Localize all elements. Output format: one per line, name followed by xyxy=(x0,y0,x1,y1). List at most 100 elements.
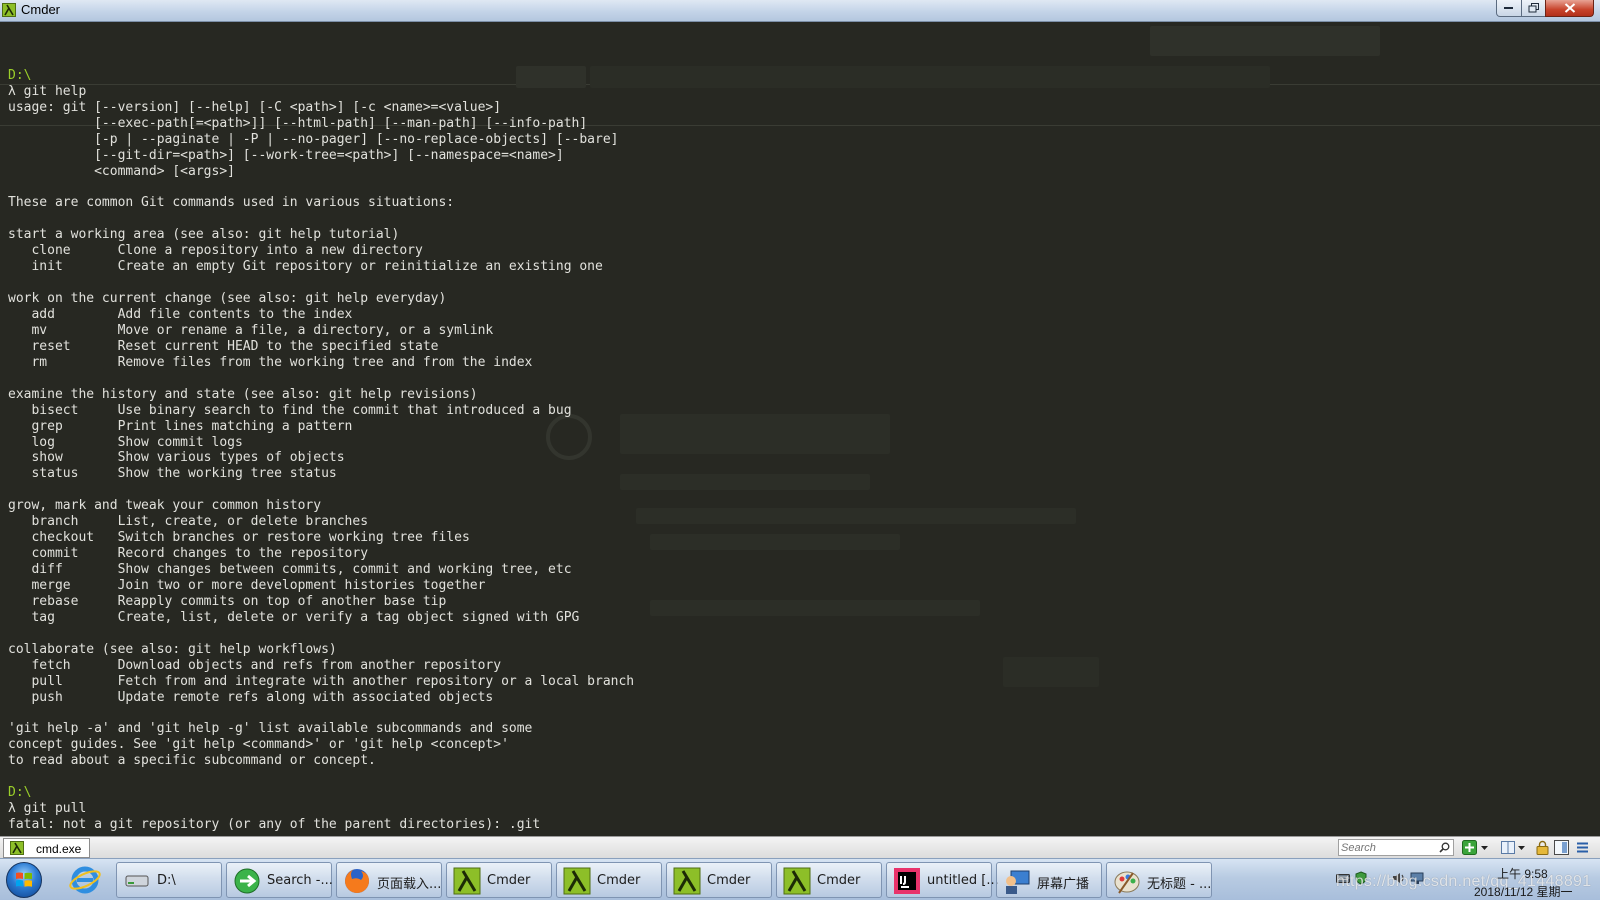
minimize-button[interactable] xyxy=(1496,0,1522,17)
taskbar-button-cmder[interactable]: Cmder xyxy=(446,862,552,898)
command-line: λ git pull xyxy=(8,801,87,817)
new-console-icon[interactable] xyxy=(1462,840,1477,855)
cmder-icon xyxy=(453,867,481,895)
cmder-lambda-icon xyxy=(2,3,16,17)
window-title: Cmder xyxy=(21,2,61,17)
cmder-icon xyxy=(783,867,811,895)
clock-date[interactable]: 2018/11/12 星期一 xyxy=(1474,883,1573,900)
output-line: grep Print lines matching a pattern xyxy=(8,418,353,434)
output-line: clone Clone a repository into a new dire… xyxy=(8,243,423,259)
clock-time[interactable]: 上午 9:58 xyxy=(1497,865,1548,882)
output-line: [--exec-path[=<path>]] [--html-path] [--… xyxy=(8,115,588,131)
output-line: collaborate (see also: git help workflow… xyxy=(8,641,337,657)
output-line: start a working area (see also: git help… xyxy=(8,227,400,243)
output-line: [--git-dir=<path>] [--work-tree=<path>] … xyxy=(8,147,564,163)
lock-icon[interactable] xyxy=(1535,840,1550,855)
prompt-path: D:\ xyxy=(8,785,32,801)
windows-taskbar: D:\ Search -... 页面载入... Cmder Cmder Cmder Cmde… xyxy=(0,858,1600,900)
output-line: commit Record changes to the repository xyxy=(8,546,369,562)
output-line: checkout Switch branches or restore work… xyxy=(8,530,470,546)
tab-cmd-exe[interactable]: cmd.exe xyxy=(3,838,90,858)
output-line: mv Move or rename a file, a directory, o… xyxy=(8,322,494,338)
output-line: bisect Use binary search to find the com… xyxy=(8,402,572,418)
output-line: work on the current change (see also: gi… xyxy=(8,291,447,307)
output-line: examine the history and state (see also:… xyxy=(8,386,478,402)
output-line: show Show various types of objects xyxy=(8,450,345,466)
dropdown-arrow-icon[interactable] xyxy=(1517,840,1526,855)
output-line: merge Join two or more development histo… xyxy=(8,577,486,593)
output-line: to read about a specific subcommand or c… xyxy=(8,753,376,769)
taskbar-button-label: 无标题 - ... xyxy=(1147,877,1212,892)
split-view-icon[interactable] xyxy=(1501,840,1516,855)
output-line: fatal: not a git repository (or any of t… xyxy=(8,817,541,832)
search-icon[interactable] xyxy=(1439,842,1450,853)
minimize-icon xyxy=(1504,7,1513,9)
output-line: [-p | --paginate | -P | --no-pager] [--n… xyxy=(8,131,619,147)
terminal-output[interactable]: D:\ λ git help usage: git [--version] [--h… xyxy=(0,22,1600,836)
window-title-bar[interactable]: Cmder xyxy=(0,0,1600,22)
taskbar-button-label: 页面载入... xyxy=(377,877,442,892)
taskbar-button-paint[interactable]: 无标题 - ... xyxy=(1106,862,1212,898)
cmder-icon xyxy=(673,867,701,895)
taskbar-button-label: Cmder xyxy=(597,873,641,888)
taskbar-button-search-app[interactable]: Search -... xyxy=(226,862,333,898)
taskbar-button-screen-broadcast[interactable]: 屏幕广播 xyxy=(996,862,1102,898)
taskbar-button-label: Search -... xyxy=(267,873,333,888)
output-line: 'git help -a' and 'git help -g' list ava… xyxy=(8,721,533,737)
maximize-button[interactable] xyxy=(1521,0,1546,17)
intellij-icon xyxy=(894,868,920,894)
taskbar-button-firefox[interactable]: 页面载入... xyxy=(336,862,442,898)
output-line: usage: git [--version] [--help] [-C <pat… xyxy=(8,99,502,115)
output-line: fetch Download objects and refs from ano… xyxy=(8,657,502,673)
taskbar-button-cmder[interactable]: Cmder xyxy=(556,862,662,898)
output-line: concept guides. See 'git help <command>'… xyxy=(8,737,509,753)
search-input[interactable] xyxy=(1341,840,1437,855)
tab-label: cmd.exe xyxy=(36,842,82,856)
taskbar-button-cmder[interactable]: Cmder xyxy=(776,862,882,898)
screen-broadcast-icon xyxy=(1006,870,1030,894)
taskbar-button-intellij[interactable]: untitled [... xyxy=(886,862,999,898)
layout-panel-icon[interactable] xyxy=(1554,840,1569,855)
start-button[interactable] xyxy=(6,862,42,898)
desktop-screen: Cmder D:\ λ git help usage: git [--versi… xyxy=(0,0,1600,900)
prompt-path: D:\ xyxy=(8,67,32,83)
taskbar-button-cmder[interactable]: Cmder xyxy=(666,862,772,898)
cmder-icon xyxy=(563,867,591,895)
search-app-icon xyxy=(234,868,260,894)
paint-icon xyxy=(1114,871,1140,894)
cmder-tab-bar: cmd.exe xyxy=(0,836,1600,858)
output-line: These are common Git commands used in va… xyxy=(8,195,455,211)
output-line: pull Fetch from and integrate with anoth… xyxy=(8,673,635,689)
taskbar-button-drive[interactable]: D:\ xyxy=(116,862,222,898)
close-icon xyxy=(1564,3,1575,13)
output-line: <command> [<args>] xyxy=(8,163,235,179)
output-line: rm Remove files from the working tree an… xyxy=(8,354,533,370)
dropdown-arrow-icon[interactable] xyxy=(1480,840,1489,855)
menu-icon[interactable] xyxy=(1575,840,1590,855)
taskbar-button-label: Cmder xyxy=(707,873,751,888)
taskbar-button-label: Cmder xyxy=(817,873,861,888)
output-line: rebase Reapply commits on top of another… xyxy=(8,593,447,609)
output-line: push Update remote refs along with assoc… xyxy=(8,689,494,705)
output-line: reset Reset current HEAD to the specifie… xyxy=(8,338,439,354)
output-line: log Show commit logs xyxy=(8,434,243,450)
internet-explorer-button[interactable] xyxy=(67,862,107,898)
output-line: tag Create, list, delete or verify a tag… xyxy=(8,609,580,625)
search-box[interactable] xyxy=(1338,839,1454,856)
restore-icon xyxy=(1528,3,1539,13)
taskbar-button-label: Cmder xyxy=(487,873,531,888)
close-button[interactable] xyxy=(1545,0,1594,17)
taskbar-button-label: 屏幕广播 xyxy=(1037,877,1090,892)
terminal-text[interactable]: D:\ λ git help usage: git [--version] [--h… xyxy=(8,52,634,833)
output-line: init Create an empty Git repository or r… xyxy=(8,259,603,275)
windows-logo-icon xyxy=(16,872,32,887)
cmder-lambda-icon xyxy=(10,841,24,855)
